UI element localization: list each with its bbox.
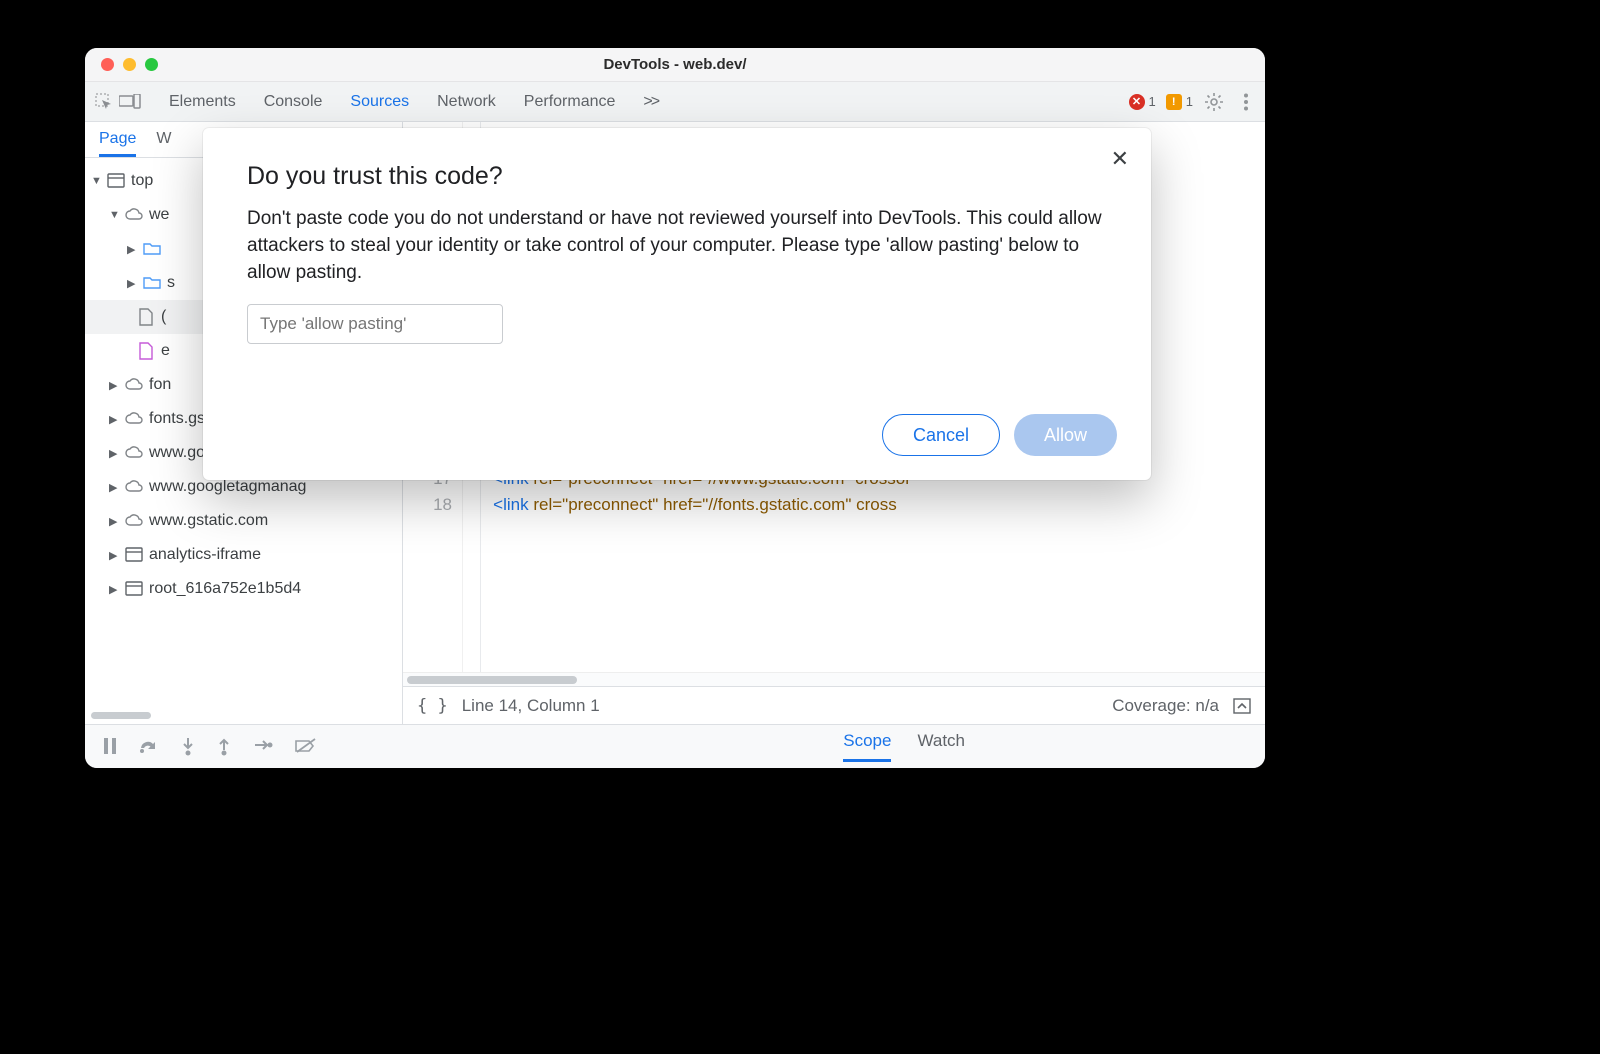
devtools-toolbar: Elements Console Sources Network Perform…	[85, 82, 1265, 122]
error-count[interactable]: ✕1	[1129, 94, 1156, 110]
editor-statusbar: { } Line 14, Column 1 Coverage: n/a	[403, 686, 1265, 724]
coverage-status: Coverage: n/a	[1112, 696, 1219, 716]
step-over-icon[interactable]	[139, 738, 159, 756]
inspect-icon[interactable]	[93, 91, 115, 113]
sidebar-hscroll[interactable]	[91, 712, 396, 720]
cancel-button[interactable]: Cancel	[882, 414, 1000, 456]
tab-network[interactable]: Network	[437, 93, 496, 111]
tab-console[interactable]: Console	[264, 93, 323, 111]
tab-performance[interactable]: Performance	[524, 93, 616, 111]
device-mode-icon[interactable]	[119, 91, 141, 113]
debugger-tabs: Scope Watch	[843, 731, 965, 762]
settings-icon[interactable]	[1203, 91, 1225, 113]
tab-scope[interactable]: Scope	[843, 731, 891, 762]
editor-hscroll[interactable]	[403, 672, 1265, 686]
pause-icon[interactable]	[103, 738, 117, 756]
tree-gstatic[interactable]: ▶ www.gstatic.com	[85, 504, 402, 538]
step-into-icon[interactable]	[181, 738, 195, 756]
tab-watch[interactable]: Watch	[917, 731, 965, 762]
window-title: DevTools - web.dev/	[85, 56, 1265, 73]
allow-pasting-input[interactable]	[247, 304, 503, 344]
tree-analytics-iframe[interactable]: ▶ analytics-iframe	[85, 538, 402, 572]
panel-tabs: Elements Console Sources Network Perform…	[169, 93, 658, 111]
trust-code-dialog: ✕ Do you trust this code? Don't paste co…	[203, 128, 1151, 480]
devtools-window: DevTools - web.dev/ Elements Console Sou…	[85, 48, 1265, 768]
expand-icon[interactable]	[1233, 698, 1251, 714]
warning-count[interactable]: !1	[1166, 94, 1193, 110]
window-titlebar: DevTools - web.dev/	[85, 48, 1265, 82]
close-icon[interactable]: ✕	[1111, 146, 1129, 172]
step-out-icon[interactable]	[217, 738, 231, 756]
cursor-position: Line 14, Column 1	[462, 696, 600, 716]
tree-root-iframe[interactable]: ▶ root_616a752e1b5d4	[85, 572, 402, 606]
dialog-body: Don't paste code you do not understand o…	[247, 205, 1107, 286]
deactivate-breakpoints-icon[interactable]	[295, 738, 317, 756]
debugger-controls	[85, 738, 335, 756]
format-icon[interactable]: { }	[417, 696, 448, 716]
tab-elements[interactable]: Elements	[169, 93, 236, 111]
dialog-title: Do you trust this code?	[247, 162, 1107, 191]
allow-button[interactable]: Allow	[1014, 414, 1117, 456]
step-icon[interactable]	[253, 738, 273, 756]
navigator-tab-workspace[interactable]: W	[156, 130, 171, 157]
more-tabs-button[interactable]: >>	[643, 93, 658, 111]
overflow-menu-icon[interactable]	[1235, 91, 1257, 113]
debugger-bar: Scope Watch	[85, 724, 1265, 768]
navigator-tab-page[interactable]: Page	[99, 130, 136, 157]
tab-sources[interactable]: Sources	[350, 93, 409, 111]
